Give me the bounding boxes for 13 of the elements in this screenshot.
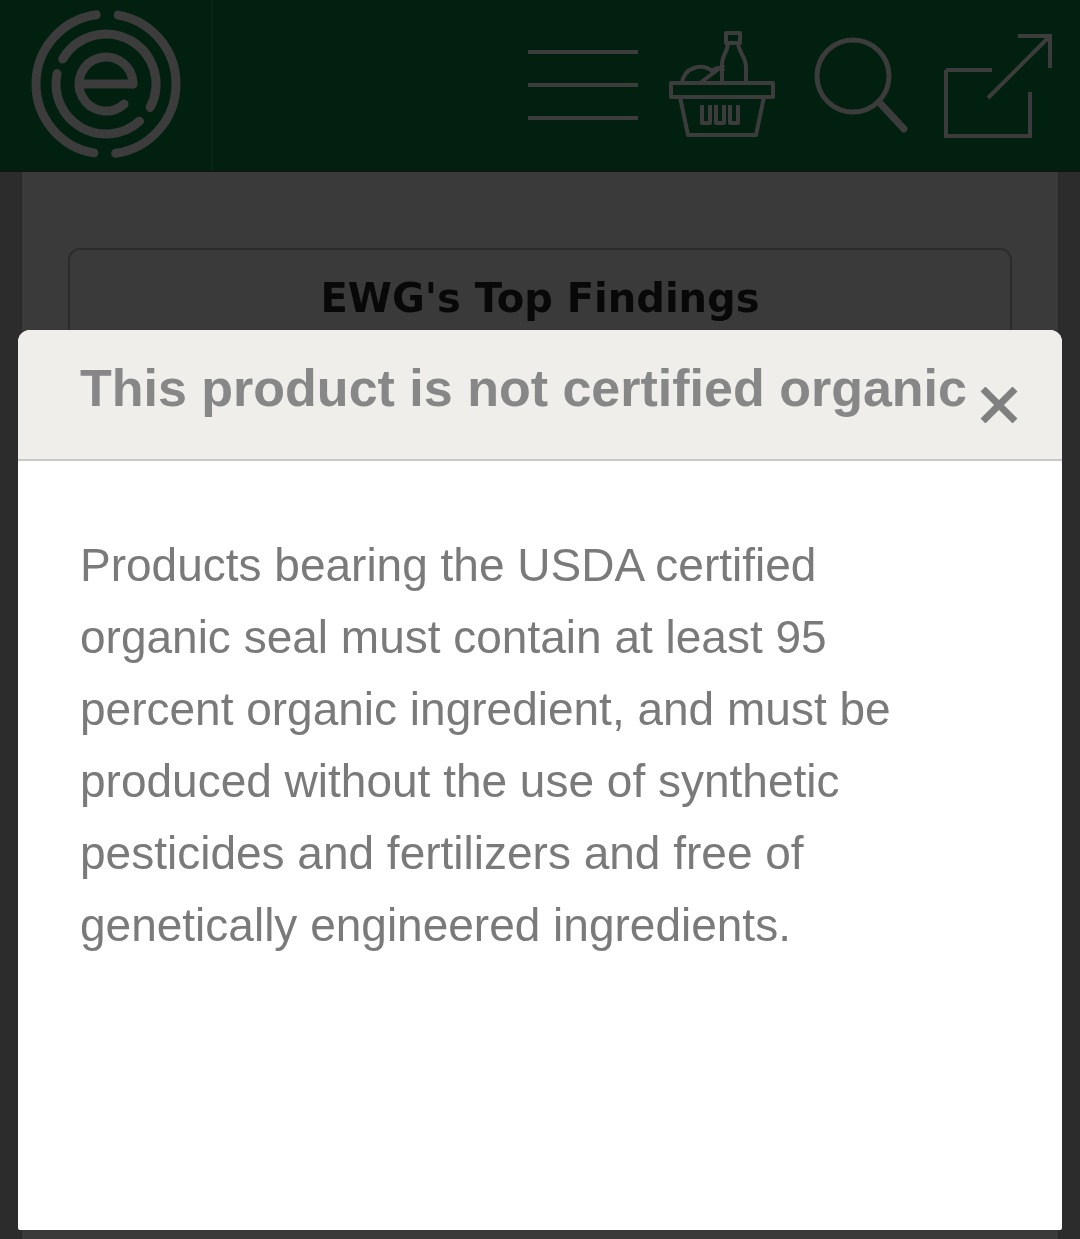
basket-button[interactable] xyxy=(668,31,776,139)
external-link-button[interactable] xyxy=(944,32,1052,138)
menu-icon xyxy=(528,50,638,120)
close-icon xyxy=(980,386,1018,423)
logo-icon[interactable] xyxy=(30,8,182,160)
external-link-icon xyxy=(944,32,1052,138)
search-icon xyxy=(814,37,908,133)
grocery-basket-icon xyxy=(668,31,776,139)
menu-button[interactable] xyxy=(528,50,638,120)
dialog-title: This product is not certified organic xyxy=(80,357,968,419)
close-button[interactable] xyxy=(980,386,1018,423)
dialog-text: Products bearing the USDA certified organic seal must contain at least 95 percent organic ingredient, and must be produced without the use of synthetic pesticides and fertilizers and free of genetically engineered ingredients. xyxy=(80,538,892,953)
search-button[interactable] xyxy=(814,37,908,133)
